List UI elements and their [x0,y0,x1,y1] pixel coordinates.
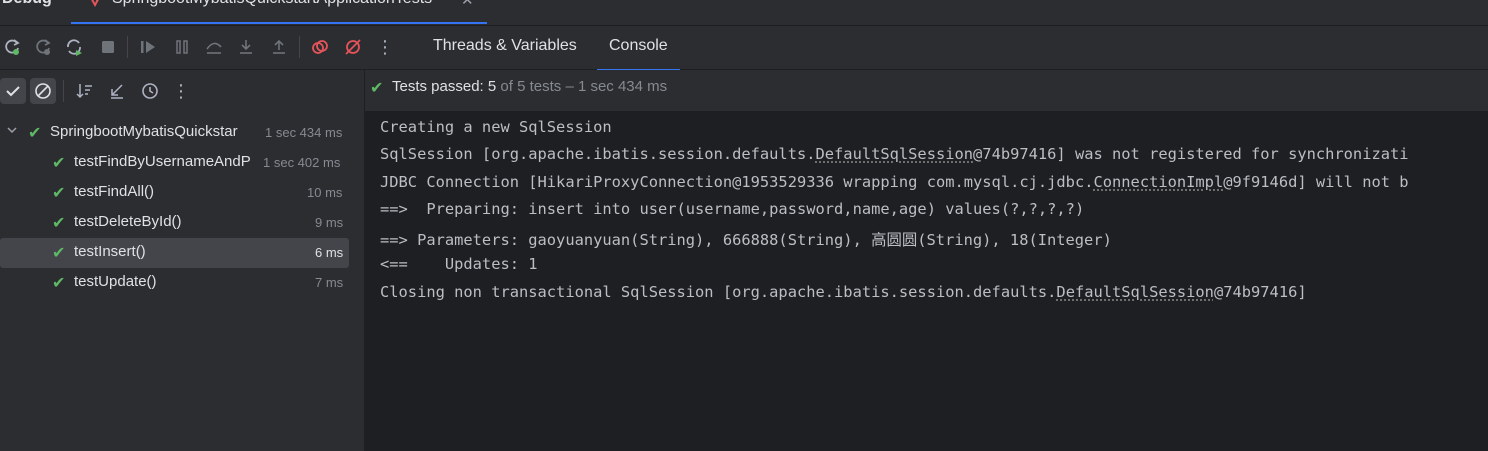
test-name: testUpdate() [74,273,157,290]
tab-console[interactable]: Console [597,37,680,71]
passed-check-icon: ✔ [52,215,66,232]
test-name: testInsert() [74,243,146,260]
test-time: 9 ms [315,215,344,230]
test-name: testFindByUsernameAndP [74,153,251,170]
class-link[interactable]: ConnectionImpl [1093,173,1223,191]
tree-item[interactable]: ✔ testFindByUsernameAndP 1 sec 402 ms [0,148,364,178]
rerun-automatically-icon[interactable] [63,36,85,58]
rerun-failed-icon[interactable] [32,36,54,58]
console-line: <== Updates: 1 [380,255,538,273]
step-over-icon[interactable] [203,36,225,58]
tab-threads-variables[interactable]: Threads & Variables [433,37,577,55]
test-tree-toolbar: ⋮ [0,70,365,111]
tree-item[interactable]: ✔ testDeleteById() 9 ms [0,208,364,238]
sort-icon[interactable] [72,78,98,104]
tree-item-selected[interactable]: ✔ testInsert() 6 ms [0,238,349,268]
step-into-icon[interactable] [235,36,257,58]
resume-icon[interactable] [137,36,159,58]
view-breakpoints-icon[interactable] [309,36,331,58]
passed-check-icon: ✔ [52,185,66,202]
more-icon[interactable]: ⋮ [374,36,396,58]
console-line: ==> Preparing: insert into user(username… [380,200,1085,218]
passed-check-icon: ✔ [52,155,66,172]
pause-icon[interactable] [171,36,193,58]
console-line: Creating a new SqlSession [380,118,612,136]
test-history-icon[interactable] [137,78,163,104]
console-line: Closing non transactional SqlSession [or… [380,283,1307,301]
passed-check-icon: ✔ [52,245,66,262]
run-tab-label: SpringbootMybatisQuickstartApplicationTe… [112,0,432,8]
test-time: 1 sec 402 ms [263,155,341,170]
test-name: testDeleteById() [74,213,182,230]
console-output[interactable]: Creating a new SqlSession SqlSession [or… [365,111,1488,451]
more-icon[interactable]: ⋮ [168,78,194,104]
class-link[interactable]: DefaultSqlSession [816,145,974,163]
stop-icon[interactable] [97,36,119,58]
panel-title: Debug [2,0,52,8]
console-line: SqlSession [org.apache.ibatis.session.de… [380,145,1409,163]
run-config-tab[interactable]: SpringbootMybatisQuickstartApplicationTe… [71,0,487,24]
test-name: testFindAll() [74,183,155,200]
passed-check-icon: ✔ [28,125,42,142]
collapse-all-icon[interactable] [104,78,130,104]
step-out-icon[interactable] [268,36,290,58]
tree-item[interactable]: ✔ testFindAll() 10 ms [0,178,364,208]
chevron-down-icon[interactable] [6,124,18,139]
tree-root-label: SpringbootMybatisQuickstar [50,123,238,140]
tool-window-header: Debug SpringbootMybatisQuickstartApplica… [0,0,1488,26]
tree-root-time: 1 sec 434 ms [265,125,343,140]
show-ignored-icon[interactable] [30,78,56,104]
passed-check-icon: ✔ [370,80,384,97]
rerun-icon[interactable] [1,36,23,58]
console-line: JDBC Connection [HikariProxyConnection@1… [380,173,1409,191]
test-time: 10 ms [307,185,343,200]
tree-root[interactable]: ✔ SpringbootMybatisQuickstar 1 sec 434 m… [0,118,364,148]
mute-breakpoints-icon[interactable] [342,36,364,58]
test-time: 7 ms [315,275,344,290]
test-status-bar: ✔ Tests passed: 5 of 5 tests – 1 sec 434… [365,70,1488,111]
test-time: 6 ms [315,245,344,260]
show-passed-icon[interactable] [0,78,26,104]
status-text: Tests passed: 5 of 5 tests – 1 sec 434 m… [392,78,668,95]
test-run-icon [87,0,103,8]
debug-toolbar: ⋮ Threads & Variables Console [0,26,1488,71]
test-tree: ✔ SpringbootMybatisQuickstar 1 sec 434 m… [0,111,365,451]
tree-item[interactable]: ✔ testUpdate() 7 ms [0,268,364,298]
passed-check-icon: ✔ [52,275,66,292]
close-icon[interactable]: ✕ [461,0,474,9]
console-line: ==> Parameters: gaoyuanyuan(String), 666… [380,231,1112,249]
class-link[interactable]: DefaultSqlSession [1056,283,1214,301]
